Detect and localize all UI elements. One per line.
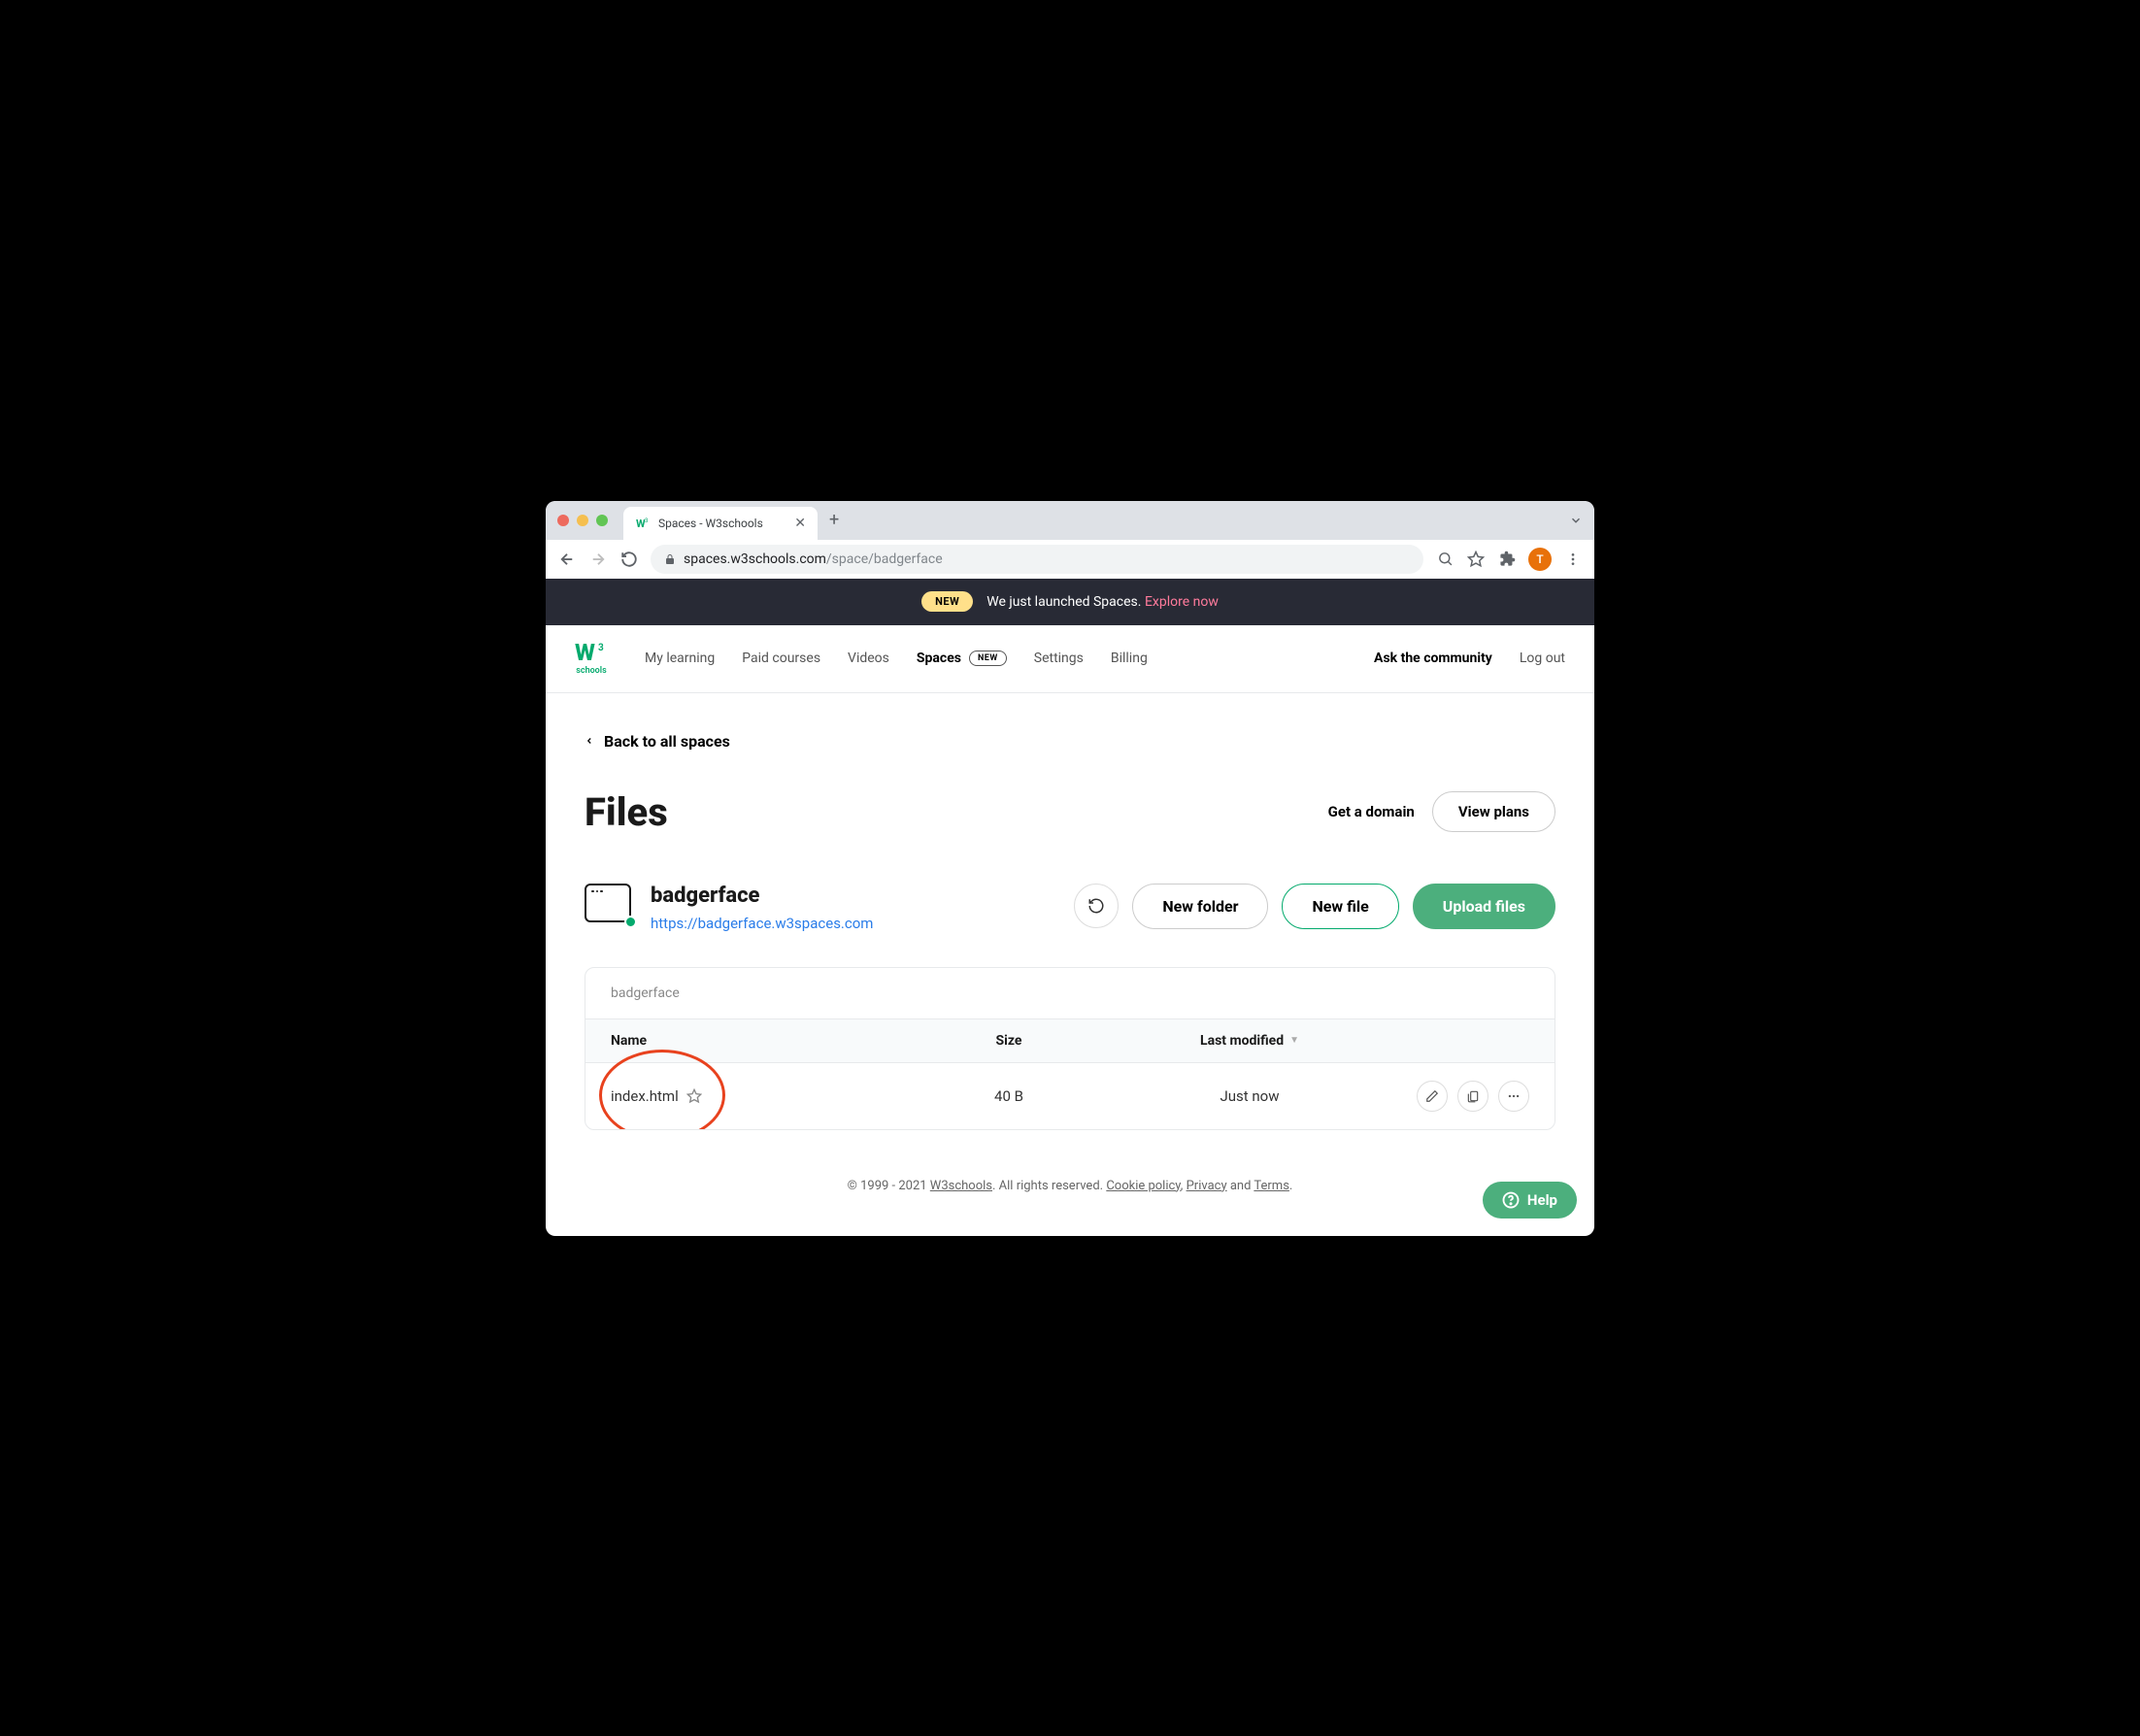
footer: © 1999 - 2021 W3schools. All rights rese… xyxy=(585,1130,1555,1217)
page-title: Files xyxy=(585,789,668,835)
header-actions: Get a domain View plans xyxy=(1328,791,1555,832)
traffic-light-close[interactable] xyxy=(557,515,569,526)
file-size: 40 B xyxy=(912,1087,1106,1105)
footer-cookie-link[interactable]: Cookie policy xyxy=(1106,1179,1180,1193)
upload-files-button[interactable]: Upload files xyxy=(1413,884,1555,929)
bookmark-star-icon[interactable] xyxy=(1466,550,1486,569)
get-domain-link[interactable]: Get a domain xyxy=(1328,803,1415,820)
tab-favicon: W3 xyxy=(635,516,651,531)
tab-title: Spaces - W3schools xyxy=(658,517,786,530)
file-modified: Just now xyxy=(1106,1087,1393,1105)
browser-window: W3 Spaces - W3schools ✕ + xyxy=(546,501,1594,1236)
help-button[interactable]: Help xyxy=(1483,1182,1577,1219)
new-folder-button[interactable]: New folder xyxy=(1132,884,1268,929)
column-size[interactable]: Size xyxy=(912,1033,1106,1049)
nav-logout[interactable]: Log out xyxy=(1520,651,1565,666)
tab-bar: W3 Spaces - W3schools ✕ + xyxy=(546,501,1594,540)
nav-back-icon[interactable] xyxy=(557,550,577,569)
space-name: badgerface xyxy=(651,884,873,908)
column-name[interactable]: Name xyxy=(611,1033,912,1049)
w3schools-logo[interactable]: W3 schools xyxy=(575,641,608,676)
file-name: index.html xyxy=(611,1087,679,1105)
table-header: Name Size Last modified ▼ xyxy=(585,1019,1555,1063)
edit-button[interactable] xyxy=(1417,1081,1448,1112)
nav-my-learning[interactable]: My learning xyxy=(645,651,715,666)
browser-menu-icon[interactable] xyxy=(1563,550,1583,569)
nav-forward-icon[interactable] xyxy=(588,550,608,569)
new-tab-button[interactable]: + xyxy=(829,510,839,530)
url-domain: spaces.w3schools.com xyxy=(684,551,826,567)
tabs-dropdown-icon[interactable] xyxy=(1569,514,1583,527)
action-row: New folder New file Upload files xyxy=(1074,884,1555,929)
page-body: NEW We just launched Spaces. Explore now… xyxy=(546,579,1594,1236)
address-bar: spaces.w3schools.com/space/badgerface T xyxy=(546,540,1594,579)
svg-text:3: 3 xyxy=(598,643,604,653)
traffic-light-maximize[interactable] xyxy=(596,515,608,526)
favorite-star-icon[interactable] xyxy=(686,1088,702,1104)
browser-tab[interactable]: W3 Spaces - W3schools ✕ xyxy=(623,507,818,540)
profile-avatar[interactable]: T xyxy=(1528,548,1552,571)
nav-paid-courses[interactable]: Paid courses xyxy=(742,651,820,666)
nav-settings[interactable]: Settings xyxy=(1034,651,1084,666)
url-text: spaces.w3schools.com/space/badgerface xyxy=(684,551,943,567)
footer-privacy-link[interactable]: Privacy xyxy=(1187,1179,1227,1193)
new-file-button[interactable]: New file xyxy=(1282,884,1398,929)
view-plans-button[interactable]: View plans xyxy=(1432,791,1555,832)
tab-close-icon[interactable]: ✕ xyxy=(794,516,806,531)
url-box[interactable]: spaces.w3schools.com/space/badgerface xyxy=(651,545,1423,574)
breadcrumb[interactable]: badgerface xyxy=(585,968,1555,1019)
zoom-icon[interactable] xyxy=(1435,550,1455,569)
nav-billing[interactable]: Billing xyxy=(1111,651,1148,666)
topnav: W3 schools My learning Paid courses Vide… xyxy=(546,625,1594,693)
space-window-icon xyxy=(585,884,633,924)
new-badge: NEW xyxy=(921,591,973,612)
footer-brand-link[interactable]: W3schools xyxy=(930,1179,992,1193)
svg-text:W: W xyxy=(575,641,595,666)
sort-descending-icon: ▼ xyxy=(1289,1035,1299,1046)
traffic-lights xyxy=(557,515,608,526)
url-path: /space/badgerface xyxy=(826,551,943,567)
space-row: badgerface https://badgerface.w3spaces.c… xyxy=(585,884,1555,932)
browser-chrome: W3 Spaces - W3schools ✕ + xyxy=(546,501,1594,579)
file-panel: badgerface Name Size Last modified ▼ ind… xyxy=(585,967,1555,1130)
status-dot-icon xyxy=(624,916,637,928)
traffic-light-minimize[interactable] xyxy=(577,515,588,526)
space-url-link[interactable]: https://badgerface.w3spaces.com xyxy=(651,915,873,932)
content: Back to all spaces Files Get a domain Vi… xyxy=(546,693,1594,1236)
nav-reload-icon[interactable] xyxy=(619,550,639,569)
space-info: badgerface https://badgerface.w3spaces.c… xyxy=(585,884,873,932)
announcement-bar: NEW We just launched Spaces. Explore now xyxy=(546,579,1594,625)
svg-text:3: 3 xyxy=(645,517,648,524)
column-modified[interactable]: Last modified ▼ xyxy=(1106,1033,1393,1049)
refresh-button[interactable] xyxy=(1074,884,1119,928)
nav-ask-community[interactable]: Ask the community xyxy=(1374,651,1492,666)
footer-terms-link[interactable]: Terms xyxy=(1254,1179,1289,1193)
nav-videos[interactable]: Videos xyxy=(848,651,889,666)
more-actions-button[interactable] xyxy=(1498,1081,1529,1112)
logo-subtext: schools xyxy=(576,666,607,676)
lock-icon xyxy=(664,553,676,565)
back-to-spaces[interactable]: Back to all spaces xyxy=(585,732,1555,751)
copy-button[interactable] xyxy=(1457,1081,1488,1112)
page-header: Files Get a domain View plans xyxy=(585,789,1555,835)
nav-spaces[interactable]: Spaces NEW xyxy=(917,651,1007,666)
table-row[interactable]: index.html 40 B Just now xyxy=(585,1063,1555,1129)
announcement-link[interactable]: Explore now xyxy=(1145,594,1219,610)
nav-new-pill: NEW xyxy=(969,651,1007,666)
announcement-text: We just launched Spaces. Explore now xyxy=(986,594,1219,610)
extensions-icon[interactable] xyxy=(1497,550,1517,569)
